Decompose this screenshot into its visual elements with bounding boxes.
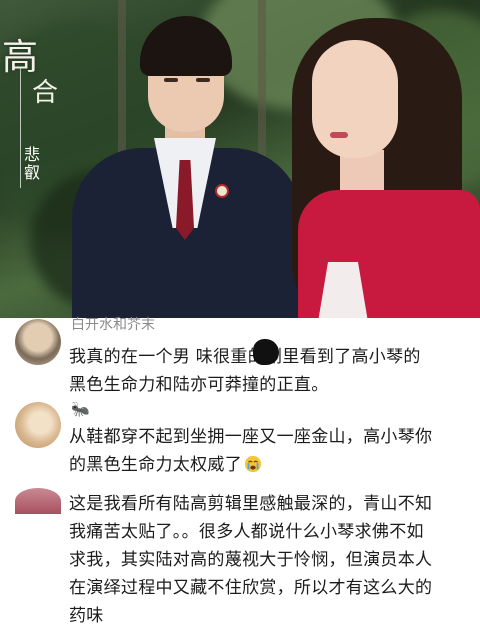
avatar[interactable] xyxy=(15,402,61,448)
avatar[interactable] xyxy=(15,319,61,365)
comment-text: 从鞋都穿不起到坐拥一座又一座金山，高小琴你 的黑色生命力太权威了 xyxy=(69,427,433,475)
avatar[interactable] xyxy=(15,488,61,514)
redaction-mark xyxy=(253,339,279,365)
title-overlay: 高 合 悲 叡 xyxy=(2,28,72,218)
badge-icon xyxy=(215,184,229,198)
face-right xyxy=(312,40,398,158)
comment-username[interactable]: 白开水和芥末 xyxy=(71,314,155,334)
comment-text: 这是我看所有陆高剪辑里感触最深的，青山不知 我痛苦太贴了。。很多人都说什么小琴求… xyxy=(69,494,433,626)
title-char-second: 合 xyxy=(32,78,59,108)
crying-face-icon xyxy=(244,455,262,473)
video-still-image: 高 合 悲 叡 xyxy=(0,0,480,318)
comment-username[interactable]: 🐜 xyxy=(71,400,90,418)
comment-list: 白开水和芥末 我真的在一个男 味很重的剧里看到了高小琴的 黑色生命力和陆亦可莽撞… xyxy=(0,317,480,641)
title-subtitle: 悲 叡 xyxy=(24,145,41,182)
